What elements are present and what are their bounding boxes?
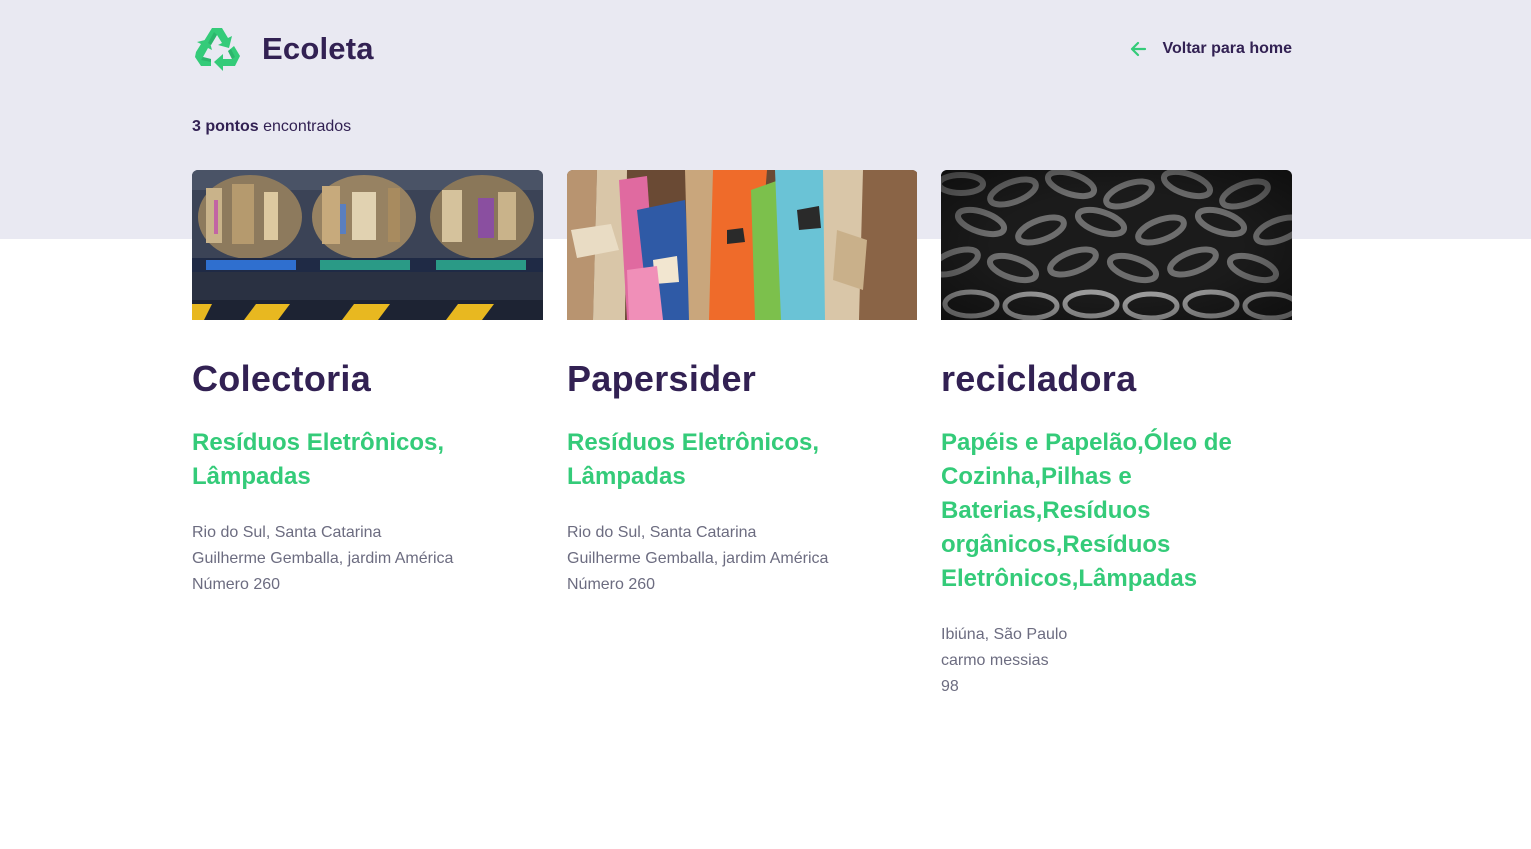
results-count: 3 pontos encontrados bbox=[192, 118, 351, 136]
point-number: Número 260 bbox=[567, 576, 656, 593]
point-image bbox=[567, 170, 918, 320]
header: Ecoleta Voltar para home bbox=[192, 24, 1292, 74]
arrow-left-icon bbox=[1131, 41, 1147, 57]
point-street: Guilherme Gemballa, jardim América bbox=[567, 550, 829, 567]
point-city-state: Rio do Sul, Santa Catarina bbox=[567, 524, 757, 541]
point-card[interactable]: Papersider Resíduos Eletrônicos, Lâmpada… bbox=[567, 170, 918, 598]
app-name: Ecoleta bbox=[262, 31, 374, 66]
point-items: Papéis e Papelão,Óleo de Cozinha,Pilhas … bbox=[941, 429, 1232, 592]
point-image bbox=[192, 170, 543, 320]
back-home-link[interactable]: Voltar para home bbox=[1128, 24, 1292, 74]
point-street: carmo messias bbox=[941, 652, 1049, 669]
point-city-state: Rio do Sul, Santa Catarina bbox=[192, 524, 382, 541]
page-container: Ecoleta Voltar para home 3 pontos encont… bbox=[192, 0, 1292, 849]
point-address: Ibiúna, São Paulo carmo messias 98 bbox=[941, 622, 1292, 700]
point-name: recicladora bbox=[941, 358, 1137, 399]
point-number: 98 bbox=[941, 678, 959, 695]
logo[interactable]: Ecoleta bbox=[192, 24, 374, 74]
point-image bbox=[941, 170, 1292, 320]
point-city-state: Ibiúna, São Paulo bbox=[941, 626, 1068, 643]
results-count-text: encontrados bbox=[258, 118, 352, 135]
point-street: Guilherme Gemballa, jardim América bbox=[192, 550, 454, 567]
back-home-label: Voltar para home bbox=[1162, 40, 1292, 57]
point-name: Colectoria bbox=[192, 358, 372, 399]
point-card[interactable]: recicladora Papéis e Papelão,Óleo de Coz… bbox=[941, 170, 1292, 700]
point-name: Papersider bbox=[567, 358, 757, 399]
recycle-icon bbox=[195, 28, 240, 71]
point-items: Resíduos Eletrônicos, Lâmpadas bbox=[192, 429, 445, 490]
point-items: Resíduos Eletrônicos, Lâmpadas bbox=[567, 429, 820, 490]
results-count-number: 3 pontos bbox=[192, 118, 259, 135]
point-address: Rio do Sul, Santa Catarina Guilherme Gem… bbox=[192, 520, 543, 598]
point-number: Número 260 bbox=[192, 576, 281, 593]
point-card[interactable]: Colectoria Resíduos Eletrônicos, Lâmpada… bbox=[192, 170, 543, 598]
point-address: Rio do Sul, Santa Catarina Guilherme Gem… bbox=[567, 520, 918, 598]
